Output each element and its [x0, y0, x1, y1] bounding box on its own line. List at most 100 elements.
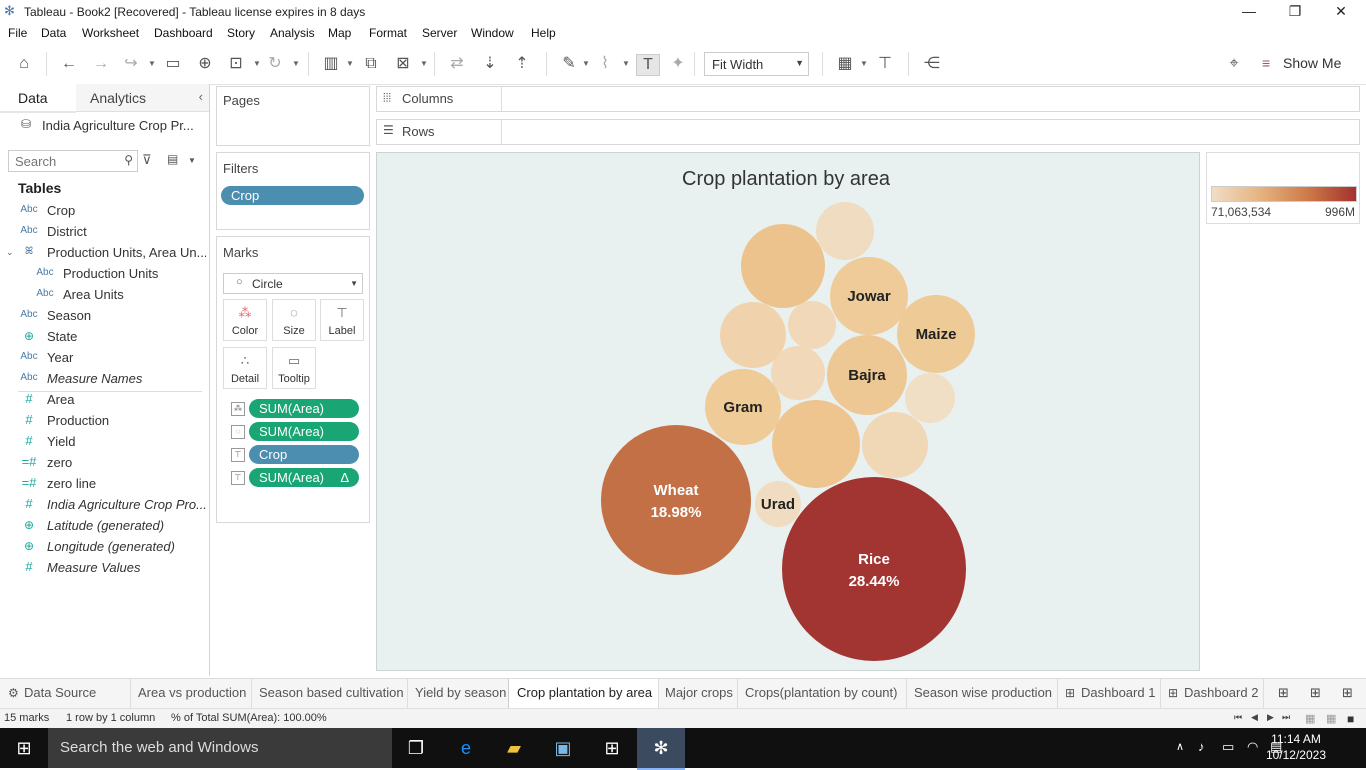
edge-icon[interactable]: e	[453, 736, 479, 760]
save-icon[interactable]: ▭	[162, 54, 184, 74]
tab-sheet[interactable]: Crop plantation by area	[508, 679, 659, 708]
taskbar-search[interactable]: Search the web and Windows	[48, 728, 392, 768]
menu-map[interactable]: Map	[328, 26, 351, 40]
field-item[interactable]: ⊕ Latitude (generated)	[0, 516, 208, 537]
field-item[interactable]: Abc Year	[0, 348, 208, 369]
tab-sheet[interactable]: Crops(plantation by count)	[737, 679, 907, 708]
chevron-down-icon[interactable]: ▼	[188, 156, 196, 165]
chevron-down-icon[interactable]: ▼	[148, 59, 156, 68]
tab-sheet[interactable]: ⊞ Dashboard 2	[1160, 679, 1264, 708]
new-dashboard-icon[interactable]: ⊞	[1310, 685, 1321, 701]
filters-shelf[interactable]: Filters Crop	[216, 152, 370, 230]
swap-axes-icon[interactable]: ⇄	[446, 54, 468, 74]
field-item[interactable]: # Production	[0, 411, 208, 432]
field-item[interactable]: # Area	[0, 390, 208, 411]
grid-view-icon[interactable]: ▦	[1305, 712, 1315, 725]
marks-pill[interactable]: Crop	[249, 445, 359, 464]
sort-descending-icon[interactable]: ⇡	[511, 54, 533, 74]
chevron-down-icon[interactable]: ▼	[346, 59, 354, 68]
highlight-icon[interactable]: ✎	[558, 54, 580, 74]
duplicate-icon[interactable]: ⧉	[360, 54, 382, 74]
pages-shelf[interactable]: Pages	[216, 86, 370, 146]
menu-story[interactable]: Story	[227, 26, 255, 40]
show-me-button[interactable]: Show Me	[1283, 55, 1341, 71]
close-button[interactable]: ✕	[1318, 0, 1364, 24]
new-datasource-icon[interactable]: ⊕	[194, 54, 216, 74]
bubble-unlabeled[interactable]	[741, 224, 825, 308]
mark-type-select[interactable]: ○ Circle ▼	[223, 273, 363, 294]
next-page-icon[interactable]: ▶	[1267, 712, 1274, 723]
wifi-icon[interactable]: ◠	[1247, 739, 1258, 755]
bubble-unlabeled[interactable]	[862, 412, 928, 478]
menu-data[interactable]: Data	[41, 26, 66, 40]
packed-bubbles-chart[interactable]: Crop plantation by area Rice 28.44% Wheat 1…	[377, 153, 1199, 670]
field-item[interactable]: =# zero	[0, 453, 208, 474]
tab-sheet[interactable]: Major crops	[657, 679, 738, 708]
minimize-button[interactable]: —	[1226, 0, 1272, 24]
home-icon[interactable]: ⌂	[13, 54, 35, 74]
expand-icon[interactable]: ⌄	[6, 247, 14, 258]
tableau-taskbar-button[interactable]: ✻	[637, 728, 685, 770]
bubble-wheat[interactable]	[601, 425, 751, 575]
clear-sheet-icon[interactable]: ⊠	[392, 54, 414, 74]
field-item[interactable]: ⊕ State	[0, 327, 208, 348]
field-item[interactable]: Abc Measure Names	[0, 369, 208, 390]
menu-file[interactable]: File	[8, 26, 27, 40]
sort-ascending-icon[interactable]: ⇣	[479, 54, 501, 74]
menu-server[interactable]: Server	[422, 26, 457, 40]
undo-icon[interactable]: ←	[58, 54, 80, 74]
collapse-pane-icon[interactable]: ‹	[199, 89, 203, 104]
tab-sheet[interactable]: Season based cultivation	[251, 679, 408, 708]
task-view-icon[interactable]: ❐	[403, 736, 429, 760]
group-members-icon[interactable]: ⌇	[594, 54, 616, 74]
presentation-mode-icon[interactable]: ⊤	[874, 54, 896, 74]
store-icon[interactable]: ⊞	[599, 736, 625, 760]
marks-pill[interactable]: SUM(Area) Δ	[249, 468, 359, 487]
bubble-unlabeled[interactable]	[771, 346, 825, 400]
tab-sheet[interactable]: Season wise production	[906, 679, 1058, 708]
bubble-unlabeled[interactable]	[772, 400, 860, 488]
datasource-name[interactable]: India Agriculture Crop Pr...	[42, 118, 194, 133]
tabs-view-icon[interactable]: ■	[1347, 712, 1354, 726]
view-options-icon[interactable]: ▤	[167, 152, 178, 166]
tab-sheet[interactable]: Area vs production	[130, 679, 252, 708]
chevron-down-icon[interactable]: ▼	[582, 59, 590, 68]
menu-window[interactable]: Window	[471, 26, 514, 40]
show-me-icon[interactable]: ≡	[1262, 56, 1276, 70]
field-item[interactable]: Abc Crop	[0, 201, 208, 222]
chevron-down-icon[interactable]: ▼	[860, 59, 868, 68]
marks-pill[interactable]: SUM(Area)	[249, 422, 359, 441]
field-item[interactable]: # India Agriculture Crop Pro...	[0, 495, 208, 516]
show-labels-icon[interactable]: T	[636, 54, 660, 76]
new-worksheet-icon[interactable]: ▥	[320, 54, 342, 74]
filter-pill-crop[interactable]: Crop	[221, 186, 364, 205]
tab-data[interactable]: Data	[0, 84, 76, 113]
pause-updates-icon[interactable]: ⊡	[225, 54, 247, 74]
chevron-down-icon[interactable]: ▼	[622, 59, 630, 68]
field-item[interactable]: ꕤ Production Units, Area Un... ⌄	[0, 243, 208, 264]
color-button[interactable]: ⁂ Color	[223, 299, 267, 341]
label-button[interactable]: ⊤ Label	[320, 299, 364, 341]
menu-help[interactable]: Help	[531, 26, 556, 40]
size-button[interactable]: ◌ Size	[272, 299, 316, 341]
viz-canvas[interactable]: Crop plantation by area Rice 28.44% Wheat 1…	[376, 152, 1200, 671]
chevron-up-icon[interactable]: ∧	[1176, 740, 1184, 753]
field-item[interactable]: Abc Season	[0, 306, 208, 327]
menu-worksheet[interactable]: Worksheet	[82, 26, 139, 40]
bubble-unlabeled[interactable]	[788, 301, 836, 349]
prev-page-icon[interactable]: ◀	[1251, 712, 1258, 723]
tab-sheet[interactable]: ⚙ Data Source	[0, 679, 131, 708]
tab-analytics[interactable]: Analytics ‹	[76, 84, 209, 112]
rows-shelf[interactable]: ☰ Rows	[376, 119, 1360, 145]
fix-axes-icon[interactable]: ✦	[667, 54, 689, 74]
refresh-icon[interactable]: ↻	[264, 54, 286, 74]
battery-icon[interactable]: ▭	[1222, 739, 1234, 755]
field-item[interactable]: ⊕ Longitude (generated)	[0, 537, 208, 558]
tab-sheet[interactable]: ⊞ Dashboard 1	[1057, 679, 1161, 708]
field-item[interactable]: =# zero line	[0, 474, 208, 495]
field-item[interactable]: Abc Production Units	[0, 264, 208, 285]
menu-analysis[interactable]: Analysis	[270, 26, 315, 40]
search-field[interactable]: ⚲	[8, 150, 138, 172]
field-item[interactable]: # Yield	[0, 432, 208, 453]
desktop-app-icon[interactable]: ▣	[550, 736, 576, 760]
